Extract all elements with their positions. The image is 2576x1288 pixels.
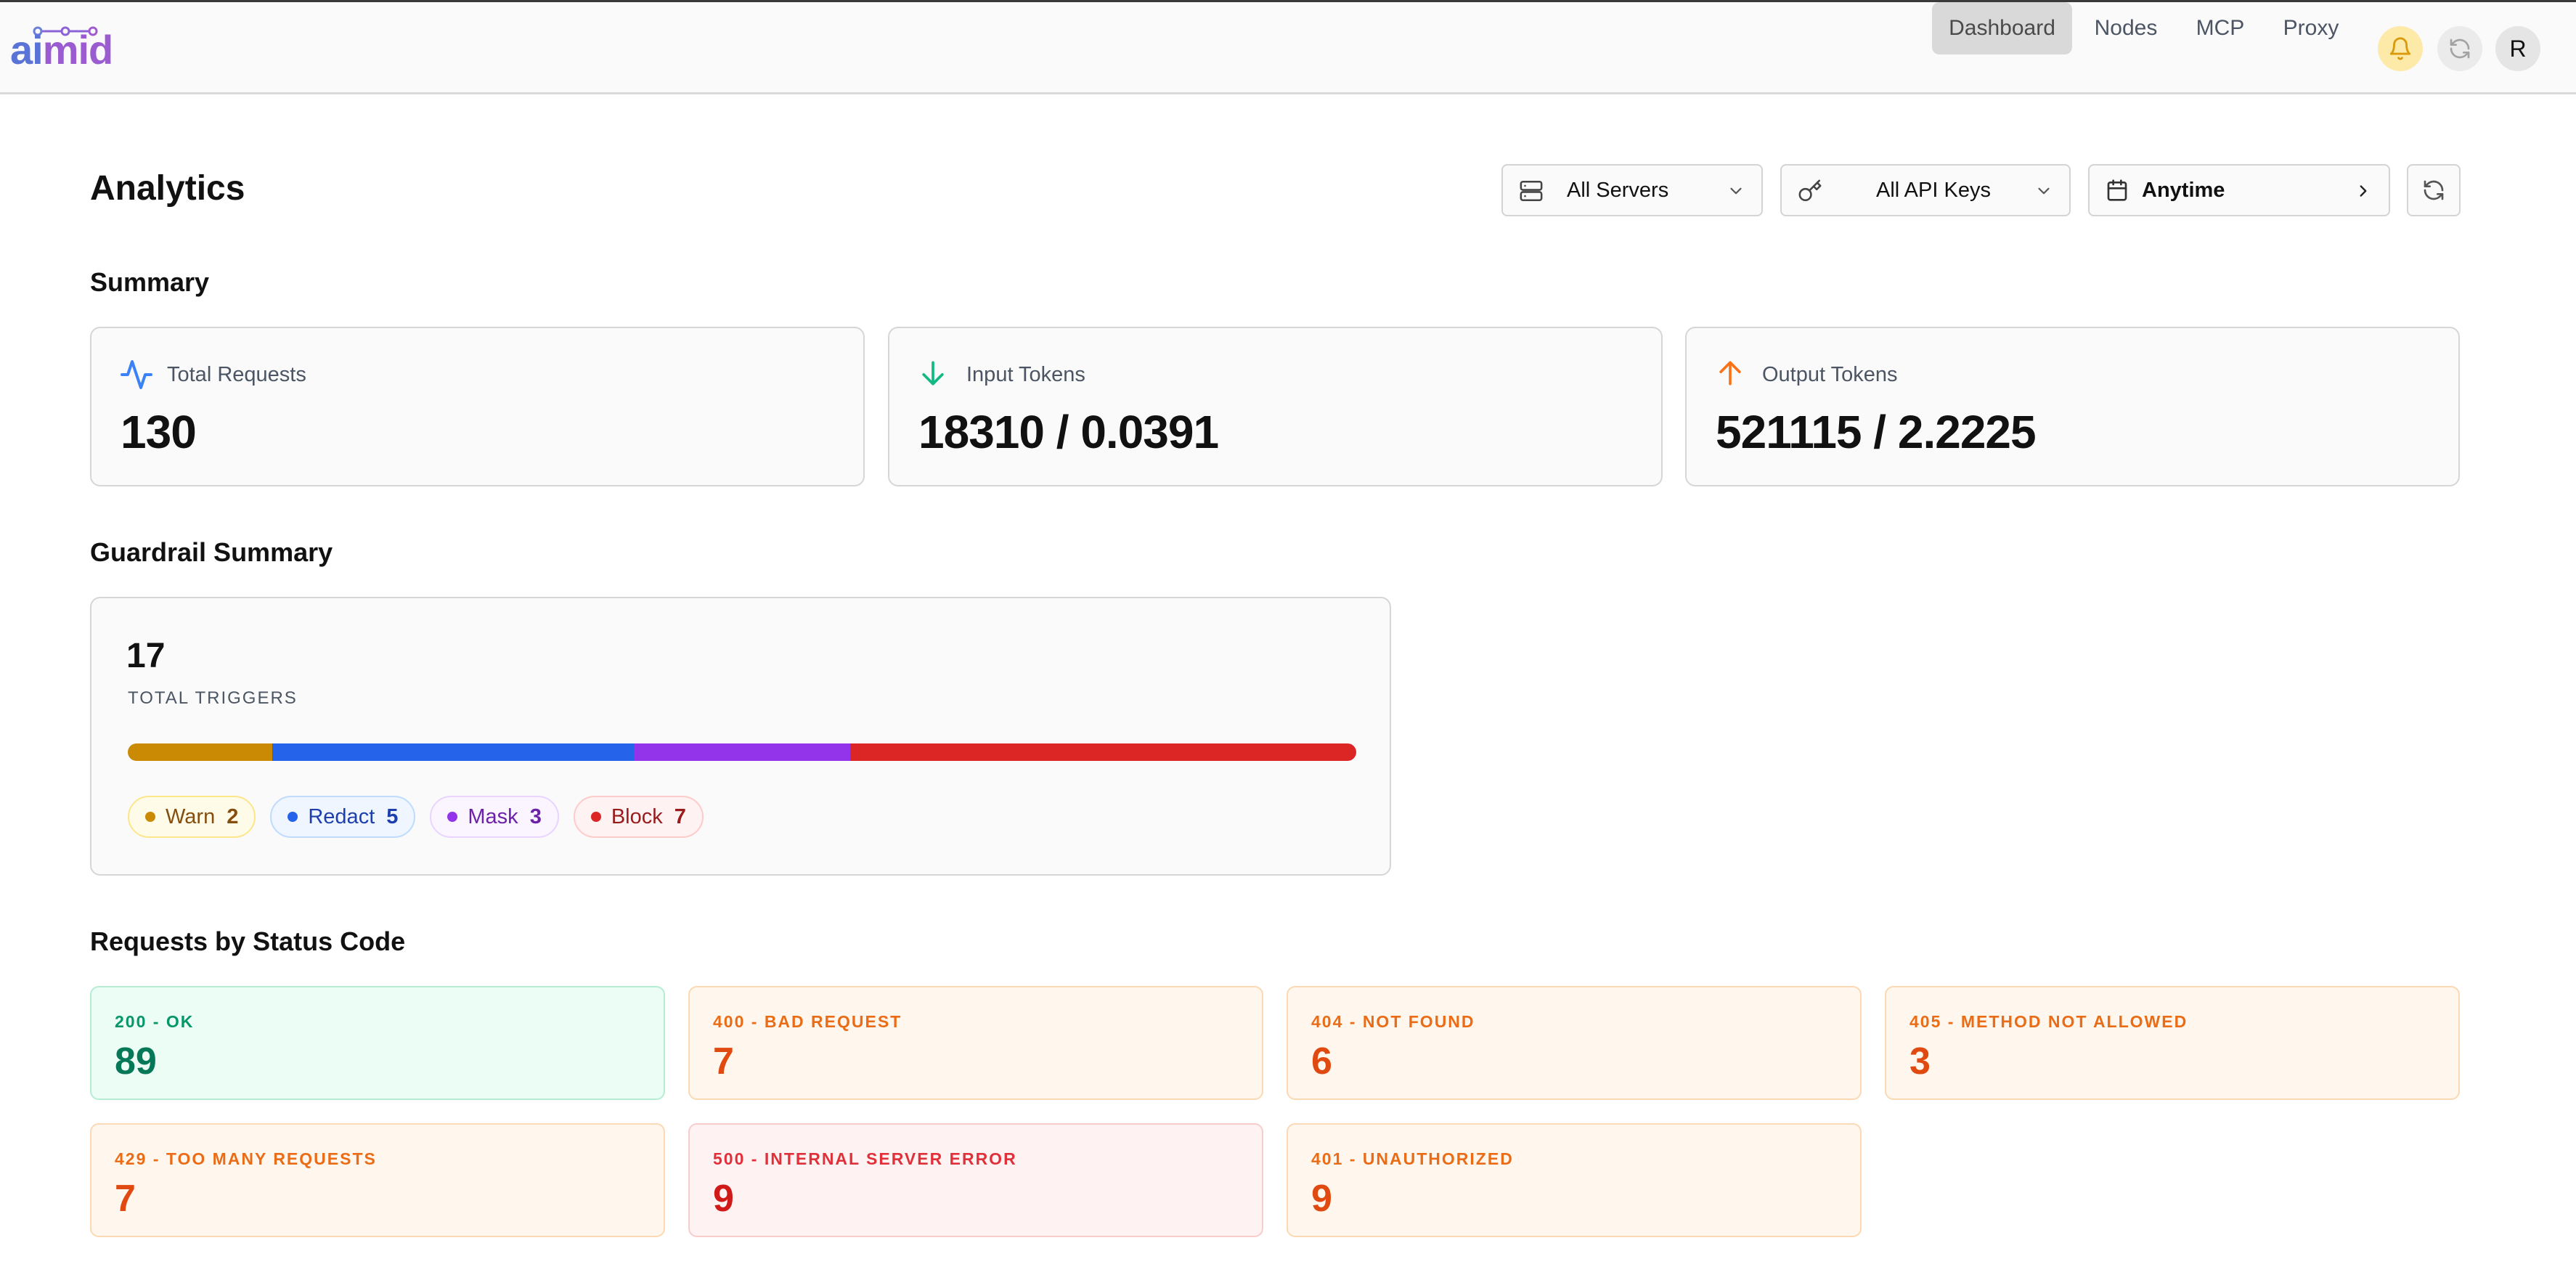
page-title: Analytics bbox=[90, 169, 245, 208]
arrow-down-icon bbox=[922, 361, 944, 386]
guardrail-pill-mask: Mask 3 bbox=[430, 796, 559, 838]
logo-text: aimid bbox=[10, 27, 113, 73]
guardrail-bar-segment-mask bbox=[633, 743, 851, 761]
aimid-logo[interactable]: aimid bbox=[10, 24, 119, 76]
status-code-card: 500 - INTERNAL SERVER ERROR 9 bbox=[688, 1123, 1263, 1237]
guardrail-total-value: 17 bbox=[126, 637, 166, 675]
guardrail-distribution-bar bbox=[128, 743, 1356, 761]
status-code-card: 400 - BAD REQUEST 7 bbox=[688, 986, 1263, 1100]
status-code-card: 429 - TOO MANY REQUESTS 7 bbox=[90, 1123, 665, 1237]
status-code-card: 200 - OK 89 bbox=[90, 986, 665, 1100]
api-key-filter-label: All API Keys bbox=[1876, 179, 1991, 202]
chevron-down-icon bbox=[1730, 187, 1742, 195]
notifications-button[interactable] bbox=[2378, 26, 2423, 71]
server-filter-label: All Servers bbox=[1567, 179, 1669, 202]
status-code-card: 401 - UNAUTHORIZED 9 bbox=[1287, 1123, 1862, 1237]
status-code-count: 3 bbox=[1909, 1040, 1931, 1083]
status-code-count: 9 bbox=[1311, 1178, 1332, 1220]
top-navigation-bar: aimid Dashboard Nodes MCP Proxy R bbox=[0, 0, 2576, 94]
status-code-label: 429 - TOO MANY REQUESTS bbox=[115, 1149, 377, 1168]
calendar-icon bbox=[2107, 179, 2127, 201]
guardrail-bar-segment-block bbox=[850, 743, 1356, 761]
server-icon bbox=[1520, 180, 1543, 202]
refresh-button[interactable] bbox=[2407, 164, 2461, 216]
guardrail-pill-count: 2 bbox=[227, 804, 239, 828]
dot-icon bbox=[288, 812, 298, 822]
key-icon bbox=[1798, 179, 1822, 202]
status-code-count: 7 bbox=[713, 1040, 734, 1083]
guardrail-pill-label: Mask bbox=[468, 804, 518, 828]
output-tokens-label: Output Tokens bbox=[1762, 363, 1898, 386]
guardrail-bar-segment-warn bbox=[128, 743, 273, 761]
time-range-label: Anytime bbox=[2142, 179, 2225, 202]
status-code-count: 6 bbox=[1311, 1040, 1332, 1083]
nav-dashboard[interactable]: Dashboard bbox=[1932, 2, 2072, 54]
chevron-down-icon bbox=[2038, 187, 2050, 195]
guardrail-pill-redact: Redact 5 bbox=[270, 796, 416, 838]
refresh-icon bbox=[2424, 180, 2444, 200]
total-requests-card: Total Requests 130 bbox=[90, 327, 865, 486]
chevron-right-icon bbox=[2360, 185, 2367, 197]
nav-mcp[interactable]: MCP bbox=[2185, 2, 2255, 54]
status-code-count: 89 bbox=[115, 1040, 157, 1083]
status-code-label: 400 - BAD REQUEST bbox=[713, 1012, 902, 1031]
status-code-card: 405 - METHOD NOT ALLOWED 3 bbox=[1885, 986, 2460, 1100]
guardrail-pill-label: Warn bbox=[166, 804, 216, 828]
status-code-label: 401 - UNAUTHORIZED bbox=[1311, 1149, 1514, 1168]
guardrail-pill-count: 5 bbox=[386, 804, 399, 828]
guardrail-pill-label: Block bbox=[611, 804, 663, 828]
status-code-label: 500 - INTERNAL SERVER ERROR bbox=[713, 1149, 1017, 1168]
nav-proxy[interactable]: Proxy bbox=[2273, 2, 2349, 54]
status-code-count: 9 bbox=[713, 1178, 734, 1220]
dot-icon bbox=[590, 812, 601, 822]
guardrail-section-title: Guardrail Summary bbox=[90, 537, 333, 567]
sync-button[interactable] bbox=[2437, 26, 2482, 71]
status-code-label: 404 - NOT FOUND bbox=[1311, 1012, 1475, 1031]
guardrail-pill-block: Block 7 bbox=[573, 796, 704, 838]
input-tokens-card: Input Tokens 18310 / 0.0391 bbox=[888, 327, 1663, 486]
output-tokens-value: 521115 / 2.2225 bbox=[1716, 406, 2037, 458]
status-code-section-title: Requests by Status Code bbox=[90, 926, 406, 956]
status-code-label: 405 - METHOD NOT ALLOWED bbox=[1909, 1012, 2188, 1031]
status-code-label: 200 - OK bbox=[115, 1012, 195, 1031]
guardrail-total-label: TOTAL TRIGGERS bbox=[128, 688, 298, 708]
input-tokens-value: 18310 / 0.0391 bbox=[918, 406, 1219, 458]
guardrail-summary-card: 17 TOTAL TRIGGERS Warn 2 Redact 5 Mask 3 Block… bbox=[90, 597, 1391, 876]
refresh-icon bbox=[2450, 38, 2470, 59]
status-code-count: 7 bbox=[115, 1178, 136, 1220]
user-avatar[interactable]: R bbox=[2495, 26, 2540, 71]
input-tokens-label: Input Tokens bbox=[966, 363, 1085, 386]
total-requests-value: 130 bbox=[121, 406, 197, 458]
server-filter-select[interactable]: All Servers bbox=[1501, 164, 1763, 216]
arrow-up-icon bbox=[1719, 361, 1741, 386]
bell-icon bbox=[2389, 37, 2411, 60]
guardrail-pill-count: 3 bbox=[529, 804, 542, 828]
guardrail-pill-count: 7 bbox=[674, 804, 686, 828]
guardrail-pill-label: Redact bbox=[308, 804, 375, 828]
dot-icon bbox=[447, 812, 458, 822]
output-tokens-card: Output Tokens 521115 / 2.2225 bbox=[1685, 327, 2460, 486]
activity-icon bbox=[121, 360, 152, 389]
guardrail-legend: Warn 2 Redact 5 Mask 3 Block 7 bbox=[128, 796, 704, 838]
status-code-card: 404 - NOT FOUND 6 bbox=[1287, 986, 1862, 1100]
nav-nodes[interactable]: Nodes bbox=[2084, 2, 2168, 54]
guardrail-pill-warn: Warn 2 bbox=[128, 796, 256, 838]
total-requests-label: Total Requests bbox=[167, 363, 306, 386]
guardrail-bar-segment-redact bbox=[272, 743, 634, 761]
time-range-picker[interactable]: Anytime bbox=[2088, 164, 2390, 216]
dot-icon bbox=[145, 812, 155, 822]
summary-section-title: Summary bbox=[90, 267, 210, 297]
api-key-filter-select[interactable]: All API Keys bbox=[1780, 164, 2071, 216]
